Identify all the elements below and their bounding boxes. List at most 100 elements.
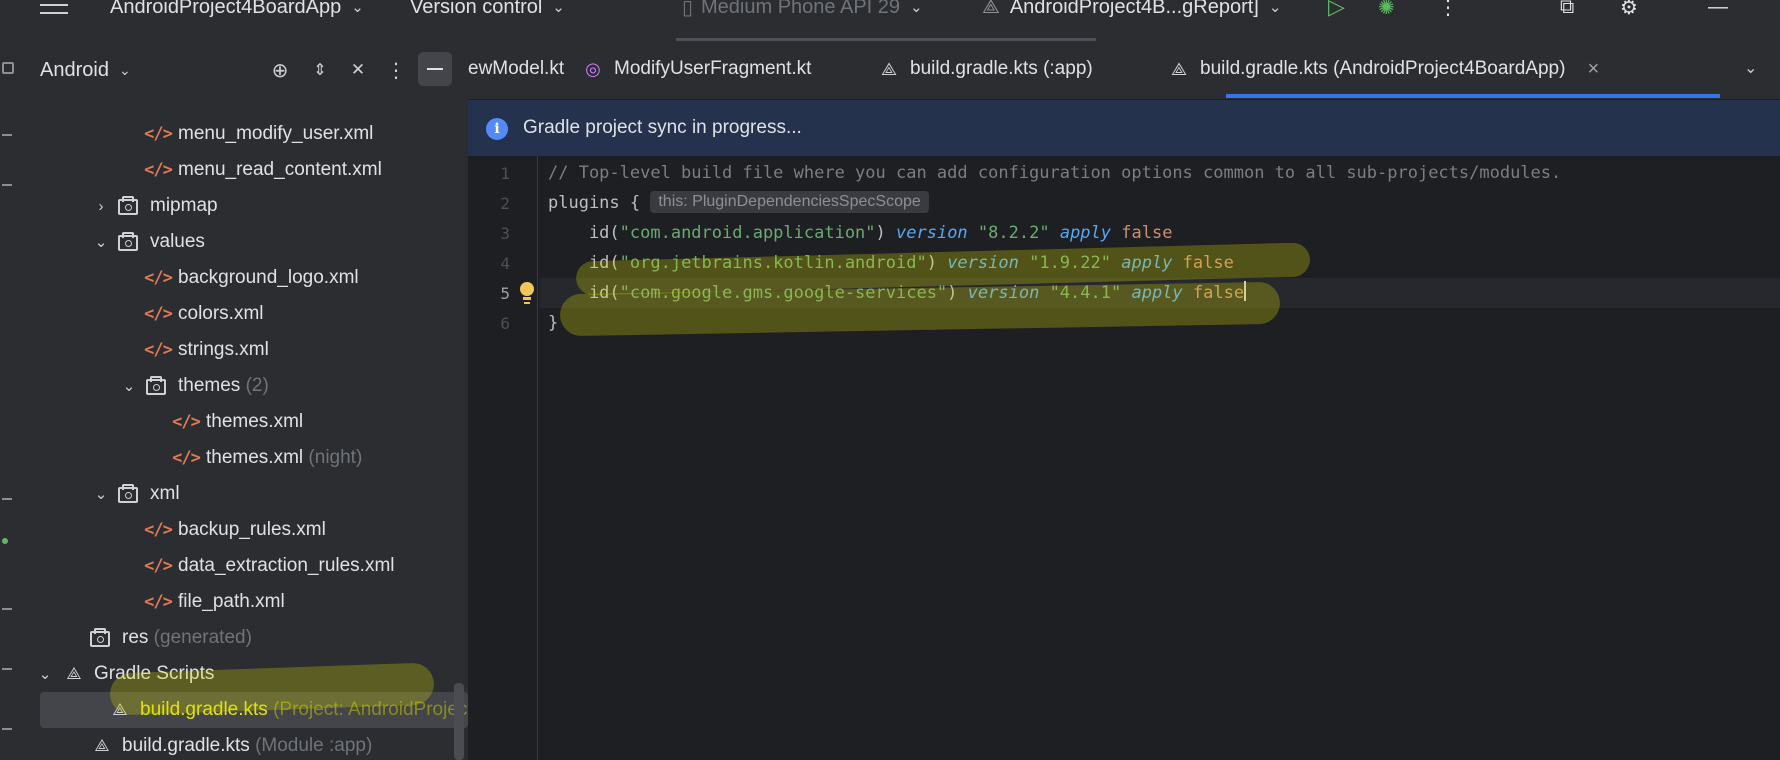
editor-tab[interactable]: ewModel.kt <box>468 52 564 86</box>
lightbulb-icon[interactable] <box>520 280 534 306</box>
bug-report-icon[interactable]: ⚙ <box>1620 0 1638 22</box>
tree-item[interactable]: </> themes.xml <box>22 404 468 440</box>
tree-item-name: values <box>150 231 205 252</box>
tabs-scrollbar[interactable] <box>676 38 1096 41</box>
code-token: "com.google.gms.google-services" <box>619 283 948 303</box>
tool-icon[interactable] <box>2 498 12 500</box>
xml-file-icon: </> <box>172 412 201 432</box>
tree-item[interactable]: </> file_path.xml <box>22 584 468 620</box>
tree-item[interactable]: ⌄ ⟁ Gradle Scripts <box>22 656 468 692</box>
line-number-gutter: 1 2 3 4 5 6 <box>468 156 538 760</box>
kotlin-class-icon: ◎ <box>585 58 601 79</box>
tree-item[interactable]: res (generated) <box>22 620 468 656</box>
code-line[interactable]: id("com.google.gms.google-services") ver… <box>540 278 1780 308</box>
device-selector[interactable]: ▯ Medium Phone API 29 ⌄ <box>682 0 923 22</box>
line-number: 4 <box>500 254 510 273</box>
options-icon[interactable]: ⋮ <box>382 56 410 84</box>
inlay-hint: this: PluginDependenciesSpecScope <box>650 191 929 213</box>
code-token: false <box>1121 223 1173 243</box>
tree-item[interactable]: </> background_logo.xml <box>22 260 468 296</box>
tree-item[interactable]: ⌄ themes (2) <box>22 368 468 404</box>
editor-tab[interactable]: ⟁ build.gradle.kts (:app) <box>876 52 1093 86</box>
tree-item-detail: (2) <box>240 375 269 396</box>
project-selector[interactable]: AndroidProject4BoardApp ⌄ <box>110 0 364 22</box>
code-token: apply <box>1059 223 1112 243</box>
code-token: id( <box>548 223 620 243</box>
close-icon[interactable]: × <box>1587 58 1599 81</box>
line-number: 6 <box>500 314 510 333</box>
chevron-down-icon[interactable]: ⌄ <box>120 377 138 395</box>
device-manager-icon[interactable]: ⧉ <box>1560 0 1574 22</box>
chevron-right-icon[interactable]: › <box>92 198 110 215</box>
chevron-down-icon[interactable]: ⌄ <box>92 233 110 251</box>
info-icon: i <box>486 118 508 140</box>
xml-file-icon: </> <box>144 124 173 144</box>
code-line[interactable]: id("org.jetbrains.kotlin.android") versi… <box>540 248 1780 278</box>
chevron-down-icon[interactable]: ⌄ <box>36 665 54 683</box>
code-editor[interactable]: // Top-level build file where you can ad… <box>520 156 1780 760</box>
tree-item[interactable]: </> backup_rules.xml <box>22 512 468 548</box>
code-line[interactable]: // Top-level build file where you can ad… <box>540 158 1780 188</box>
more-actions-icon[interactable]: ⋮ <box>1438 0 1458 22</box>
tree-item-name: strings.xml <box>178 339 269 360</box>
tree-item[interactable]: › mipmap <box>22 188 468 224</box>
tree-item-name: data_extraction_rules.xml <box>178 555 395 576</box>
editor-tab[interactable]: ⟁ build.gradle.kts (AndroidProject4BoardA… <box>1166 52 1599 86</box>
xml-file-icon: </> <box>144 268 173 288</box>
chevron-down-icon[interactable]: ⌄ <box>1744 58 1757 78</box>
main-menu-icon[interactable] <box>38 0 70 20</box>
run-config-selector[interactable]: ⟁ AndroidProject4B...gReport] ⌄ <box>982 0 1281 22</box>
tree-item[interactable]: ⟁ build.gradle.kts (Module :app) <box>22 728 468 760</box>
project-view-selector[interactable]: Android ⌄ <box>40 59 131 82</box>
tree-item[interactable]: </> themes.xml (night) <box>22 440 468 476</box>
tool-icon[interactable] <box>2 134 12 136</box>
tree-item-detail: (Project: AndroidProject4BoardApp) <box>273 699 468 720</box>
tree-item[interactable]: </> data_extraction_rules.xml <box>22 548 468 584</box>
chevron-down-icon: ⌄ <box>351 0 364 16</box>
tree-item-name: mipmap <box>150 195 218 216</box>
tree-item[interactable]: </> menu_modify_user.xml <box>22 116 468 152</box>
tree-scrollbar[interactable] <box>454 683 464 760</box>
expand-all-icon[interactable]: ⇕ <box>306 56 334 84</box>
code-token: ) <box>926 253 948 273</box>
line-number: 3 <box>500 224 510 243</box>
tree-item[interactable]: ⌄ xml <box>22 476 468 512</box>
code-line[interactable]: id("com.android.application") version "8… <box>540 218 1780 248</box>
tree-item[interactable]: </> menu_read_content.xml <box>22 152 468 188</box>
tree-item[interactable]: </> colors.xml <box>22 296 468 332</box>
tree-item-detail: (night) <box>303 447 363 468</box>
run-config-label: AndroidProject4B...gReport] <box>1009 0 1259 18</box>
tool-window-strip <box>0 38 22 760</box>
code-token: version <box>947 253 1019 273</box>
tree-item-label: build.gradle.kts (Module :app) <box>122 735 372 757</box>
code-line[interactable]: plugins { this: PluginDependenciesSpecSc… <box>540 188 1780 218</box>
code-token: apply <box>1131 283 1183 303</box>
tree-item-label: values <box>150 231 205 253</box>
code-token: version <box>896 223 968 243</box>
editor-tab[interactable]: ◎ ModifyUserFragment.kt <box>580 52 811 86</box>
code-line[interactable]: } <box>540 308 1780 338</box>
minimize-window-icon[interactable]: — <box>1708 0 1728 22</box>
tool-icon[interactable] <box>2 608 12 610</box>
tree-item[interactable]: ⌄ values <box>22 224 468 260</box>
run-icon[interactable]: ▷ <box>1328 0 1345 22</box>
chevron-down-icon: ⌄ <box>1268 0 1282 16</box>
hide-panel-button[interactable] <box>418 52 452 86</box>
sync-banner: i Gradle project sync in progress... <box>468 100 1780 156</box>
version-control-menu[interactable]: Version control ⌄ <box>410 0 565 22</box>
tool-icon[interactable] <box>2 668 12 670</box>
tree-item[interactable]: ⟁ build.gradle.kts (Project: AndroidProje… <box>40 692 468 728</box>
debug-icon[interactable]: ✺ <box>1378 0 1395 22</box>
locate-file-icon[interactable]: ⊕ <box>266 56 294 84</box>
chevron-down-icon[interactable]: ⌄ <box>92 485 110 503</box>
tree-item-name: background_logo.xml <box>178 267 359 288</box>
project-tool-icon[interactable] <box>2 62 14 74</box>
collapse-all-icon[interactable]: ✕ <box>344 56 372 84</box>
tool-icon[interactable] <box>2 184 12 186</box>
tool-icon[interactable] <box>2 728 12 730</box>
tree-item[interactable]: </> strings.xml <box>22 332 468 368</box>
